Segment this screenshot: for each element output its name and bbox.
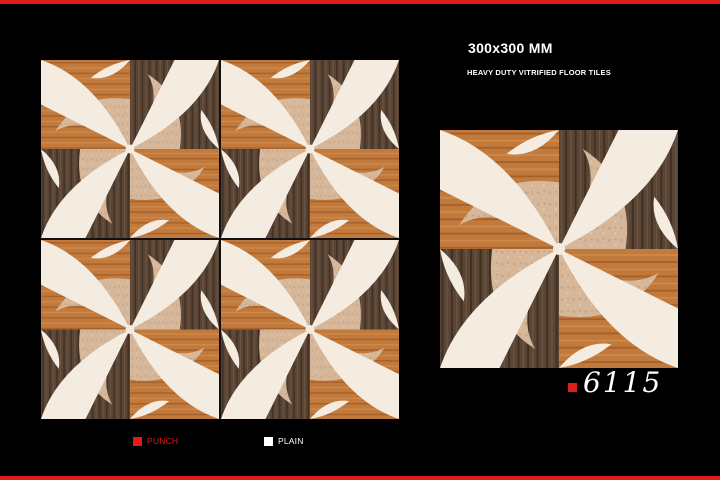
red-square-icon [568, 382, 577, 392]
tile-grid-preview [41, 60, 399, 419]
bottom-accent-band [0, 476, 720, 480]
tile-preview-1 [41, 60, 219, 238]
tile-preview-4 [221, 240, 399, 419]
legend-punch-label: PUNCH [147, 436, 179, 446]
size-title: 300x300 MM [468, 40, 553, 56]
product-code-block: 6115 [568, 366, 662, 400]
single-tile-image [440, 130, 678, 368]
top-accent-band [0, 0, 720, 4]
red-square-icon [133, 436, 142, 446]
tile-preview-2 [221, 60, 399, 238]
legend-punch: PUNCH [133, 436, 178, 446]
tile-preview-3 [41, 240, 219, 419]
product-type-subtitle: HEAVY DUTY VITRIFIED FLOOR TILES [467, 68, 611, 77]
white-square-icon [264, 436, 273, 446]
legend-plain: PLAIN [264, 436, 304, 446]
product-code: 6115 [583, 366, 663, 399]
legend-plain-label: PLAIN [278, 436, 304, 446]
